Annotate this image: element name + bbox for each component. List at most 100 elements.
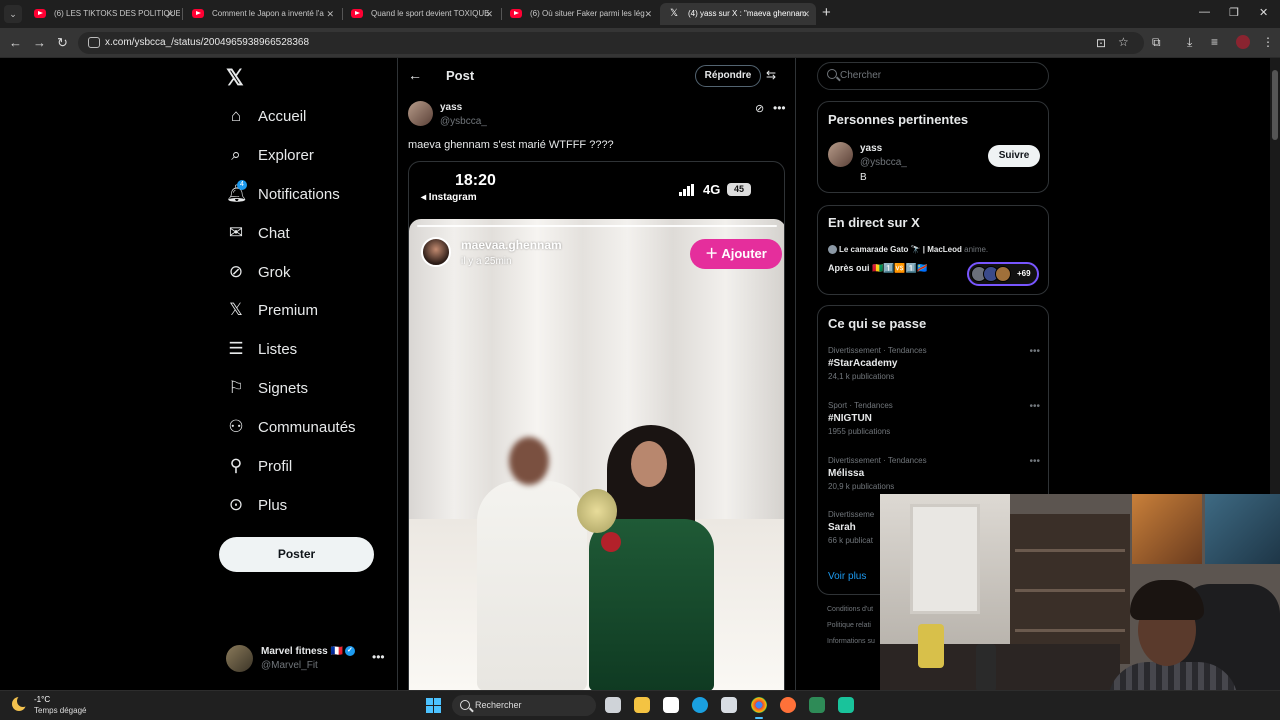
close-tab-icon[interactable]: ✕ <box>166 3 174 25</box>
x-logo-icon[interactable]: 𝕏 <box>226 65 244 91</box>
notepad-icon[interactable] <box>663 697 679 713</box>
app-icon[interactable] <box>809 697 825 713</box>
chrome-icon[interactable] <box>751 697 767 719</box>
webcam-poster <box>1205 494 1280 564</box>
nav-item-grok[interactable]: ⊘ Grok <box>226 260 291 284</box>
nav-item-communities[interactable]: ⚇ Communautés <box>226 415 356 439</box>
back-icon[interactable]: ← <box>9 35 22 50</box>
nav-item-premium[interactable]: 𝕏 Premium <box>226 298 318 322</box>
see-more-link[interactable]: Voir plus <box>828 571 866 582</box>
author-avatar[interactable] <box>408 101 433 126</box>
nav-item-explore[interactable]: ⌕ Explorer <box>226 143 314 167</box>
nav-item-notifications[interactable]: 🔔︎ 4 Notifications <box>226 180 340 206</box>
browser-tab[interactable]: (6) LES TIKTOKS DES POLITIQUES ✕ <box>26 3 180 25</box>
forward-icon[interactable]: → <box>33 35 46 50</box>
trend-item[interactable]: Divertissement · Tendances Mélissa 20,9 … <box>828 456 1040 491</box>
footer-link[interactable]: Politique relati <box>827 622 871 629</box>
live-card[interactable]: En direct sur X Le camarade Gato 🔭 | Mac… <box>817 205 1049 295</box>
download-icon[interactable]: ⤓ <box>1187 35 1192 50</box>
weather-description[interactable]: Temps dégagé <box>34 706 86 715</box>
nav-item-bookmarks[interactable]: ⚐ Signets <box>226 376 308 400</box>
taskbar-search[interactable]: Rechercher <box>452 695 596 716</box>
photo-person <box>477 481 587 690</box>
reply-button[interactable]: Répondre <box>695 65 761 87</box>
avatar[interactable] <box>828 142 853 167</box>
photo-person-face <box>631 441 667 487</box>
reading-list-icon[interactable]: ≡ <box>1211 35 1218 49</box>
close-tab-icon[interactable]: ✕ <box>326 3 334 25</box>
trend-item[interactable]: Sport · Tendances #NIGTUN 1955 publicati… <box>828 401 1040 436</box>
footer-link[interactable]: Conditions d'ut <box>827 606 873 613</box>
install-app-icon[interactable]: ⊡ <box>1096 36 1106 50</box>
nav-item-home[interactable]: ⌂ Accueil <box>226 104 307 128</box>
nav-item-profile[interactable]: ⚲ Profil <box>226 454 292 478</box>
webcam-window <box>910 504 980 614</box>
more-icon[interactable]: ••• <box>372 650 385 664</box>
file-explorer-icon[interactable] <box>634 697 650 713</box>
close-tab-icon[interactable]: ✕ <box>485 3 493 25</box>
webcam-shelf <box>1010 514 1130 664</box>
card-title: En direct sur X <box>828 215 920 230</box>
grok-icon[interactable]: ⊘ <box>755 102 764 115</box>
more-icon[interactable]: ••• <box>773 101 786 115</box>
firefox-icon[interactable] <box>780 697 796 713</box>
user-name[interactable]: yass <box>860 143 882 154</box>
close-window-icon[interactable]: ✕ <box>1259 6 1268 19</box>
edge-icon[interactable] <box>692 697 708 713</box>
task-view-icon[interactable] <box>605 697 621 713</box>
post-media[interactable]: 18:20 ◂ Instagram 4G 45 maevaa.ghennam i… <box>408 161 785 690</box>
follow-button[interactable]: Suivre <box>988 145 1040 167</box>
settings-sliders-icon[interactable]: ⇆ <box>766 68 776 82</box>
close-tab-icon[interactable]: ✕ <box>802 3 810 25</box>
more-icon[interactable]: ••• <box>1029 346 1040 357</box>
tab-title: (6) Où situer Faker parmi les lég <box>530 9 645 18</box>
weather-temperature[interactable]: -1°C <box>34 695 50 704</box>
reload-icon[interactable]: ↻ <box>57 35 68 51</box>
site-info-icon[interactable] <box>88 37 100 48</box>
address-bar[interactable]: x.com/ysbcca_/status/2004965938966528368… <box>78 32 1144 54</box>
store-icon[interactable] <box>721 697 737 713</box>
browser-tab-active[interactable]: 𝕏 (4) yass sur X : "maeva ghennam ✕ <box>660 3 816 25</box>
browser-tab[interactable]: Comment le Japon a inventé l'a ✕ <box>184 3 340 25</box>
plus-icon: ＋ <box>705 246 722 261</box>
profile-avatar[interactable] <box>1236 35 1250 49</box>
tab-search-menu[interactable]: ⌄ <box>4 5 22 23</box>
bookmark-star-icon[interactable]: ☆ <box>1118 35 1129 49</box>
live-listeners[interactable]: +69 <box>967 262 1039 286</box>
list-icon: ☰ <box>228 339 244 358</box>
nav-label: Signets <box>258 379 309 397</box>
trend-item[interactable]: Divertissement · Tendances #StarAcademy … <box>828 346 1040 381</box>
instagram-story: maevaa.ghennam il y a 25min ＋ Ajouter <box>409 219 784 690</box>
moon-icon[interactable] <box>12 695 29 711</box>
nav-label: Communautés <box>258 418 356 436</box>
browser-tab[interactable]: Quand le sport devient TOXIQUE ✕ <box>343 3 499 25</box>
minimize-icon[interactable]: — <box>1199 6 1210 18</box>
post-button[interactable]: Poster <box>219 537 374 572</box>
extensions-icon[interactable]: ⧉ <box>1152 35 1161 50</box>
nav-item-chat[interactable]: ✉ Chat <box>226 221 290 245</box>
search-box[interactable]: Chercher <box>817 62 1049 90</box>
account-switcher[interactable]: Marvel fitness 🇫🇷 ✓ @Marvel_Fit ••• <box>226 644 386 674</box>
phone-clock: 18:20 <box>455 172 496 189</box>
new-tab-button[interactable]: + <box>822 4 831 21</box>
user-handle[interactable]: @ysbcca_ <box>860 157 907 168</box>
restore-icon[interactable]: ❐ <box>1229 6 1239 19</box>
author-name[interactable]: yass <box>440 102 462 113</box>
footer-link[interactable]: Informations su <box>827 638 875 645</box>
trend-category: Divertissement · Tendances <box>828 456 927 465</box>
browser-tab[interactable]: (6) Où situer Faker parmi les lég ✕ <box>502 3 658 25</box>
app-icon[interactable] <box>838 697 854 713</box>
windows-start-icon[interactable] <box>426 698 441 713</box>
more-icon[interactable]: ••• <box>1029 456 1040 467</box>
scrollbar-thumb[interactable] <box>1272 70 1278 140</box>
back-arrow-icon[interactable]: ← <box>408 67 422 83</box>
nav-item-more[interactable]: ⊙ Plus <box>226 493 287 517</box>
page-title: Post <box>446 68 475 83</box>
mail-icon: ✉ <box>228 223 244 242</box>
nav-item-lists[interactable]: ☰ Listes <box>226 337 297 361</box>
close-tab-icon[interactable]: ✕ <box>644 3 652 25</box>
more-icon[interactable]: ••• <box>1029 401 1040 412</box>
author-handle[interactable]: @ysbcca_ <box>440 116 487 127</box>
nav-label: Accueil <box>258 107 307 125</box>
browser-menu-icon[interactable]: ⋮ <box>1262 35 1274 49</box>
